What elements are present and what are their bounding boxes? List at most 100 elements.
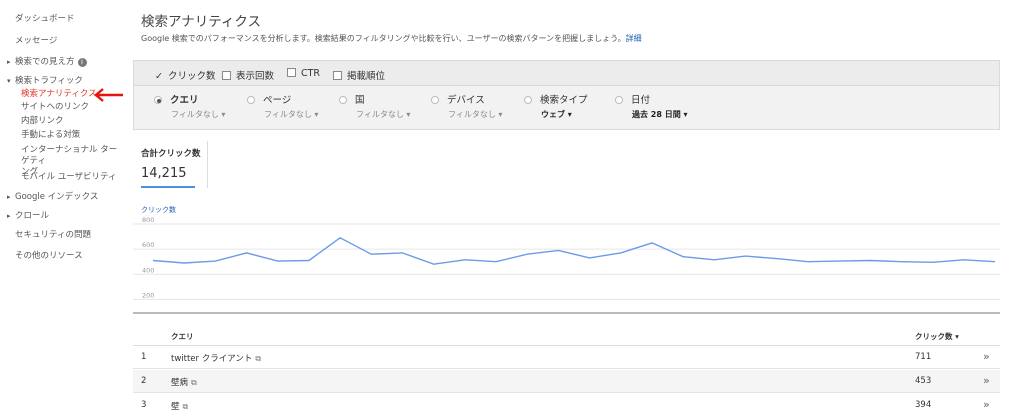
dimension-search-type-radio[interactable]: 検索タイプ ウェブ ▾	[524, 92, 588, 119]
sidebar-item-search-appearance[interactable]: ▸ 検索での見え方 i	[7, 55, 87, 67]
clicks-data-point[interactable]	[775, 257, 778, 260]
sidebar-item-crawl[interactable]: ▸ クロール	[7, 209, 49, 221]
row-details-chevron-icon[interactable]: »	[983, 350, 990, 363]
metric-clicks-checkbox[interactable]: ✓ クリック数	[155, 68, 215, 82]
sidebar-item-search-analytics[interactable]: 検索アナリティクス	[21, 89, 97, 100]
table-row[interactable]: 1 twitter クライアント ⧉ 711 »	[133, 346, 1000, 369]
search-type-dropdown[interactable]: ウェブ ▾	[541, 109, 572, 120]
red-arrow-annotation	[94, 88, 123, 102]
metric-impressions-checkbox[interactable]: 表示回数	[222, 68, 274, 82]
page-filter-dropdown[interactable]: フィルタなし ▾	[264, 109, 318, 120]
sidebar-item-internal-links[interactable]: 内部リンク	[21, 116, 64, 127]
clicks-data-point[interactable]	[432, 263, 435, 266]
sidebar-item-google-index[interactable]: ▸ Google インデックス	[7, 190, 98, 202]
row-query[interactable]: 壁病 ⧉	[171, 376, 197, 388]
dimension-device-radio[interactable]: デバイス フィルタなし ▾	[431, 92, 502, 119]
clicks-data-point[interactable]	[682, 255, 685, 258]
radio-icon	[339, 96, 347, 104]
table-row[interactable]: 2 壁病 ⧉ 453 »	[133, 370, 1000, 393]
details-link[interactable]: 詳細	[626, 34, 642, 43]
row-query[interactable]: 壁 ⧉	[171, 400, 188, 412]
row-number: 2	[141, 376, 147, 386]
checkbox-icon	[287, 68, 296, 77]
clicks-data-point[interactable]	[557, 249, 560, 252]
clicks-data-point[interactable]	[744, 255, 747, 258]
column-header-clicks[interactable]: クリック数 ▾	[915, 331, 959, 342]
y-tick-label: 600	[142, 241, 154, 249]
clicks-data-point[interactable]	[962, 258, 965, 261]
clicks-series-line	[152, 236, 996, 265]
metric-ctr-checkbox[interactable]: CTR	[287, 68, 320, 79]
sidebar-item-mobile-usability[interactable]: モバイル ユーザビリティ	[21, 172, 117, 183]
clicks-data-point[interactable]	[651, 241, 654, 244]
clicks-data-point[interactable]	[869, 259, 872, 262]
clicks-data-point[interactable]	[463, 258, 466, 261]
clicks-data-point[interactable]	[401, 251, 404, 254]
row-details-chevron-icon[interactable]: »	[983, 398, 990, 411]
clicks-data-point[interactable]	[526, 253, 529, 256]
external-link-icon[interactable]: ⧉	[191, 378, 197, 387]
info-icon[interactable]: i	[77, 58, 87, 67]
device-filter-dropdown[interactable]: フィルタなし ▾	[448, 109, 502, 120]
clicks-data-point[interactable]	[838, 260, 841, 263]
clicks-data-point[interactable]	[619, 251, 622, 254]
clicks-data-point[interactable]	[183, 262, 186, 265]
sidebar-item-other-resources[interactable]: その他のリソース	[15, 249, 83, 261]
sidebar-item-messages[interactable]: メッセージ	[15, 34, 57, 46]
row-query[interactable]: twitter クライアント ⧉	[171, 352, 261, 364]
metrics-bar: ✓ クリック数 表示回数 CTR 掲載順位	[133, 60, 1000, 86]
page-title: 検索アナリティクス	[141, 14, 262, 30]
dimension-date-radio[interactable]: 日付 過去 28 日間 ▾	[615, 92, 688, 119]
external-link-icon[interactable]: ⧉	[255, 354, 261, 363]
external-link-icon[interactable]: ⧉	[183, 402, 189, 411]
y-tick-label: 800	[142, 216, 154, 224]
query-filter-dropdown[interactable]: フィルタなし ▾	[171, 109, 225, 120]
clicks-data-point[interactable]	[495, 260, 498, 263]
expand-triangle-icon: ▸	[7, 58, 11, 66]
date-range-dropdown[interactable]: 過去 28 日間 ▾	[632, 109, 688, 120]
sidebar-item-search-traffic[interactable]: ▾ 検索トラフィック	[7, 74, 83, 86]
dimension-page-radio[interactable]: ページ フィルタなし ▾	[247, 92, 318, 119]
clicks-line-chart: 800 600 400 200	[133, 216, 1000, 314]
clicks-data-point[interactable]	[276, 260, 279, 263]
total-clicks-value: 14,215	[141, 166, 187, 181]
expand-triangle-icon: ▸	[7, 193, 11, 201]
sidebar-item-manual-actions[interactable]: 手動による対策	[21, 130, 80, 141]
clicks-data-point[interactable]	[339, 236, 342, 239]
sidebar-item-dashboard[interactable]: ダッシュボード	[15, 12, 75, 24]
clicks-data-point[interactable]	[713, 258, 716, 261]
metric-position-checkbox[interactable]: 掲載順位	[333, 68, 385, 82]
table-header: クエリ クリック数 ▾	[133, 326, 1000, 346]
table-row[interactable]: 3 壁 ⧉ 394 »	[133, 394, 1000, 416]
checkbox-icon	[222, 71, 231, 80]
clicks-data-point[interactable]	[806, 260, 809, 263]
row-number: 3	[141, 400, 147, 410]
collapse-triangle-icon: ▾	[7, 77, 11, 85]
clicks-data-point[interactable]	[152, 259, 155, 262]
sidebar: ダッシュボード メッセージ ▸ 検索での見え方 i ▾ 検索トラフィック 検索アナリテ…	[0, 0, 123, 416]
clicks-data-point[interactable]	[994, 260, 997, 263]
dimension-query-radio[interactable]: クエリ フィルタなし ▾	[154, 92, 225, 119]
sidebar-item-links-to-site[interactable]: サイトへのリンク	[21, 102, 89, 113]
radio-icon	[615, 96, 623, 104]
clicks-data-point[interactable]	[931, 261, 934, 264]
y-tick-label: 200	[142, 291, 154, 299]
checkmark-icon: ✓	[155, 71, 163, 82]
y-tick-label: 400	[142, 266, 154, 274]
clicks-data-point[interactable]	[370, 253, 373, 256]
clicks-data-point[interactable]	[588, 256, 591, 259]
clicks-data-point[interactable]	[307, 259, 310, 262]
total-clicks-label: 合計クリック数	[141, 149, 201, 159]
row-details-chevron-icon[interactable]: »	[983, 374, 990, 387]
country-filter-dropdown[interactable]: フィルタなし ▾	[356, 109, 410, 120]
column-header-query[interactable]: クエリ	[171, 331, 194, 342]
expand-triangle-icon: ▸	[7, 212, 11, 220]
row-clicks: 711	[915, 352, 932, 362]
dimension-country-radio[interactable]: 国 フィルタなし ▾	[339, 92, 410, 119]
clicks-data-point[interactable]	[900, 260, 903, 263]
clicks-data-point[interactable]	[214, 260, 217, 263]
radio-selected-icon	[154, 96, 162, 104]
radio-icon	[524, 96, 532, 104]
clicks-data-point[interactable]	[245, 251, 248, 254]
sidebar-item-security-issues[interactable]: セキュリティの問題	[15, 228, 91, 240]
